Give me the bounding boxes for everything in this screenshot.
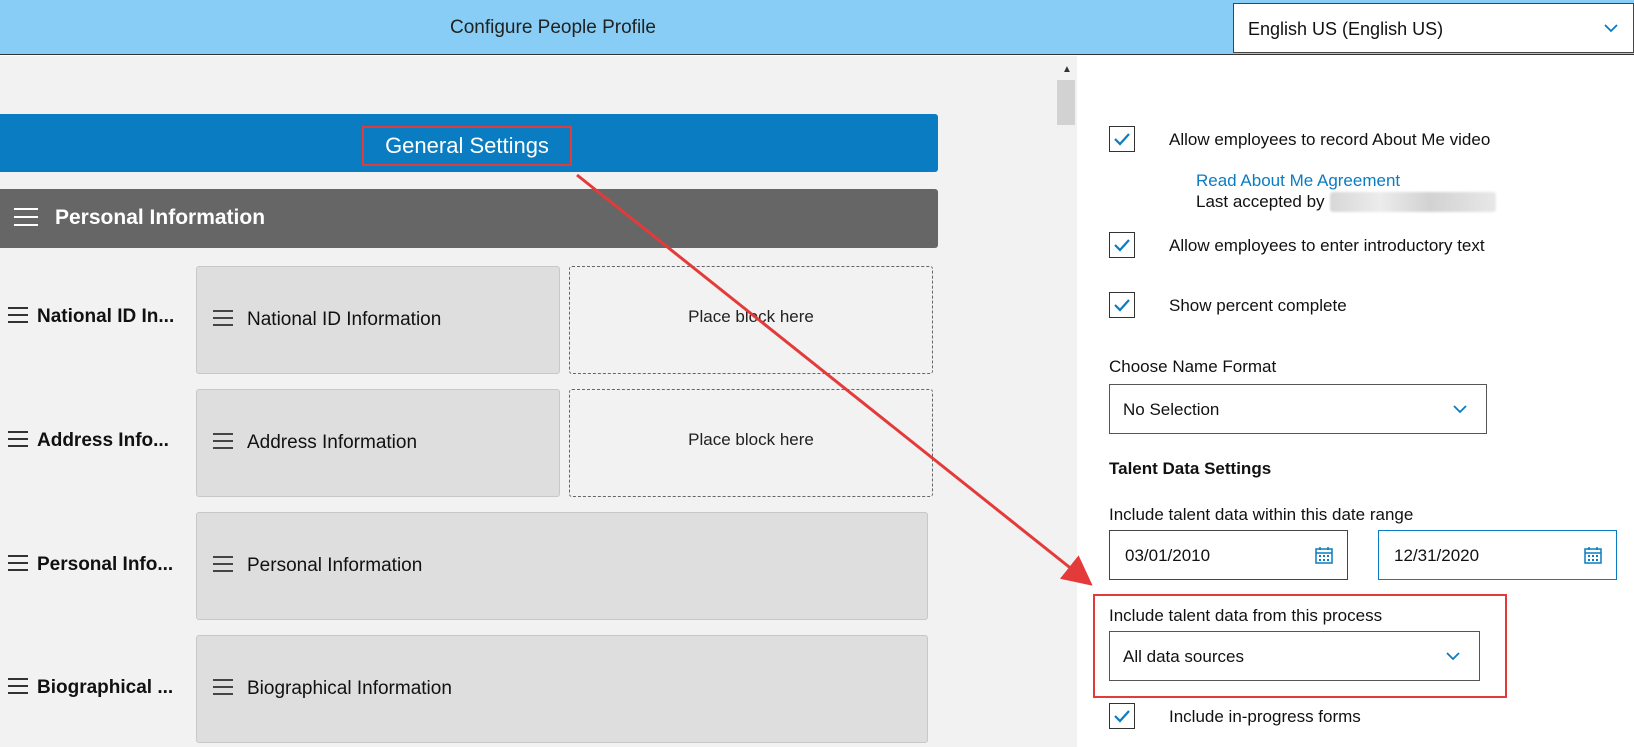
name-format-select[interactable]: No Selection [1109,384,1487,434]
date-to-input[interactable]: 12/31/2020 [1378,530,1617,580]
block-label: Biographical Information [247,678,452,699]
drag-handle-icon[interactable] [8,554,28,576]
process-label: Include talent data from this process [1109,606,1383,625]
block-biographical-information[interactable]: Biographical Information [196,635,928,743]
drag-handle-icon[interactable] [213,678,233,700]
place-block-text: Place block here [688,307,814,326]
language-select-value: English US (English US) [1248,19,1444,39]
scroll-up-icon[interactable]: ▲ [1062,64,1072,75]
row-label-text: National ID In... [37,306,175,327]
scrollbar-thumb[interactable] [1057,80,1075,125]
section-title: Personal Information [55,206,266,229]
row-label-text: Personal Info... [37,554,174,575]
block-label: Address Information [247,432,418,453]
calendar-icon[interactable] [1584,546,1602,564]
intro-text-label: Allow employees to enter introductory te… [1169,236,1485,255]
block-personal-information[interactable]: Personal Information [196,512,928,620]
about-me-video-label: Allow employees to record About Me video [1169,130,1491,149]
place-block-text: Place block here [688,430,814,449]
calendar-icon[interactable] [1315,546,1333,564]
row-label-address-info[interactable]: Address Info... [8,430,169,452]
process-select[interactable]: All data sources [1109,631,1480,681]
percent-complete-label: Show percent complete [1169,296,1347,315]
chevron-down-icon [1453,405,1467,414]
talent-data-heading: Talent Data Settings [1109,459,1272,478]
personal-information-section-header[interactable]: Personal Information [0,189,938,248]
name-format-label: Choose Name Format [1109,357,1277,376]
process-value: All data sources [1123,647,1244,666]
redacted-text [1330,192,1496,212]
block-label: National ID Information [247,309,442,330]
place-block-drop-zone[interactable]: Place block here [569,266,933,374]
chevron-down-icon [1604,24,1618,33]
date-from-input[interactable]: 03/01/2010 [1109,530,1348,580]
scrollbar[interactable] [1055,56,1077,747]
check-icon [1114,710,1130,723]
drag-handle-icon[interactable] [8,677,28,699]
row-label-text: Biographical ... [37,677,174,698]
name-format-value: No Selection [1123,400,1220,419]
drag-handle-icon[interactable] [8,306,28,328]
in-progress-checkbox[interactable] [1109,703,1135,729]
general-settings-button[interactable]: General Settings [362,126,572,166]
top-header-bar: Configure People Profile English US (Eng… [0,0,1634,55]
block-national-id-information[interactable]: National ID Information [196,266,560,374]
check-icon [1114,239,1130,252]
hamburger-icon[interactable] [14,208,38,226]
date-range-label: Include talent data within this date ran… [1109,505,1414,524]
drag-handle-icon[interactable] [213,309,233,331]
read-agreement-link[interactable]: Read About Me Agreement [1196,171,1400,191]
place-block-drop-zone[interactable]: Place block here [569,389,933,497]
drag-handle-icon[interactable] [213,555,233,577]
date-from-value: 03/01/2010 [1125,546,1211,565]
drag-handle-icon[interactable] [8,430,28,452]
block-label: Personal Information [247,555,423,576]
check-icon [1114,133,1130,146]
row-label-text: Address Info... [37,430,169,451]
page-title: Configure People Profile [450,17,656,38]
about-me-video-checkbox[interactable] [1109,126,1135,152]
block-address-information[interactable]: Address Information [196,389,560,497]
row-label-national-id[interactable]: National ID In... [8,306,174,328]
chevron-down-icon [1446,652,1460,661]
check-icon [1114,299,1130,312]
row-label-personal-info[interactable]: Personal Info... [8,554,173,576]
language-select[interactable]: English US (English US) [1233,3,1634,53]
percent-complete-checkbox[interactable] [1109,292,1135,318]
date-to-value: 12/31/2020 [1394,546,1480,565]
last-accepted-label: Last accepted by [1196,192,1325,211]
intro-text-checkbox[interactable] [1109,232,1135,258]
row-label-biographical[interactable]: Biographical ... [8,677,173,699]
drag-handle-icon[interactable] [213,432,233,454]
in-progress-label: Include in-progress forms [1169,707,1361,726]
